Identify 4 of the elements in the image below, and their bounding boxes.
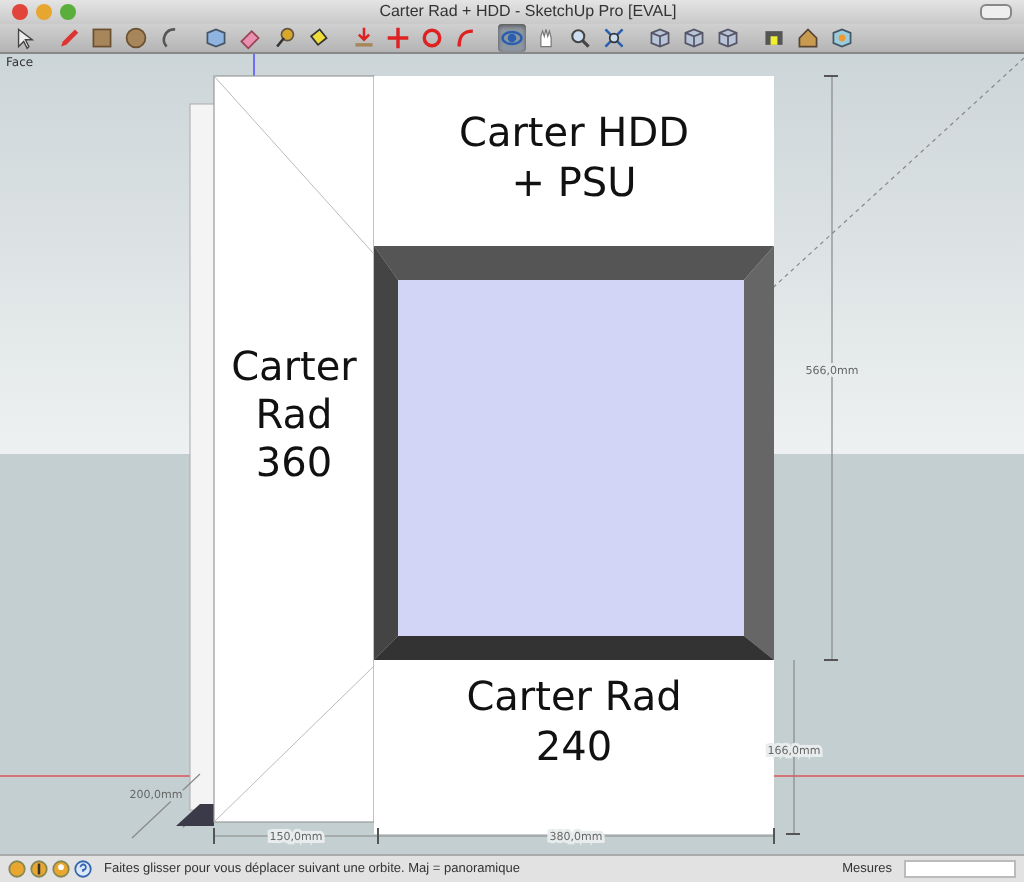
panel-label: Carter Rad 240 — [466, 672, 682, 771]
panel-label: Carter Rad 360 — [231, 342, 357, 487]
panel-label: Carter HDD + PSU — [459, 108, 689, 207]
window-title: Carter Rad + HDD - SketchUp Pro [EVAL] — [377, 2, 679, 21]
